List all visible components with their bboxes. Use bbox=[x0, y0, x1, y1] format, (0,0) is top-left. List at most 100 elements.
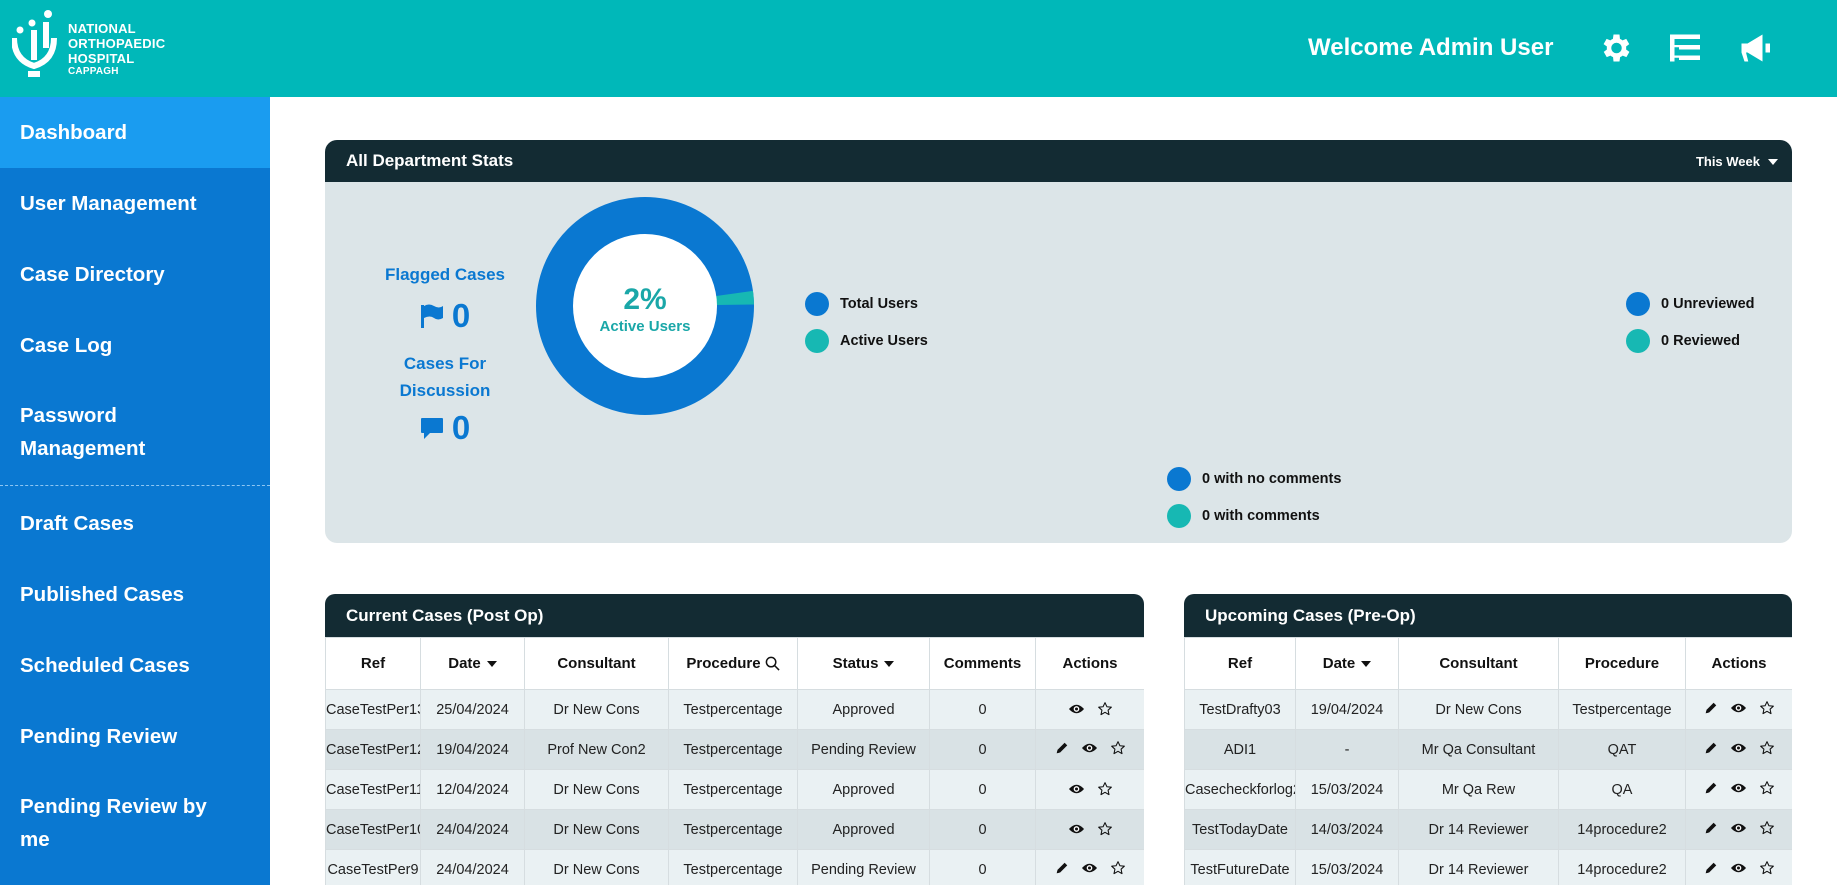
discussion-count-row[interactable]: 0 bbox=[365, 409, 525, 447]
star-icon[interactable] bbox=[1759, 820, 1775, 836]
cell-consultant: Dr New Cons bbox=[524, 809, 669, 850]
column-header-ref[interactable]: Ref bbox=[325, 637, 421, 690]
sidebar-divider bbox=[0, 485, 270, 486]
column-header-status[interactable]: Status bbox=[797, 637, 930, 690]
sidebar-item-scheduled-cases[interactable]: Scheduled Cases bbox=[0, 630, 270, 701]
eye-icon[interactable] bbox=[1730, 782, 1747, 794]
table-row[interactable]: CaseTestPer10 24/04/2024 Dr New Cons Testpe… bbox=[325, 809, 1144, 850]
sidebar-item-published-cases[interactable]: Published Cases bbox=[0, 559, 270, 630]
table-row[interactable]: Casecheckforlog2 15/03/2024 Mr Qa Rew QA bbox=[1184, 769, 1792, 810]
search-icon[interactable] bbox=[765, 656, 780, 671]
table-row[interactable]: CaseTestPer12 19/04/2024 Prof New Con2 Test… bbox=[325, 729, 1144, 770]
star-icon[interactable] bbox=[1759, 740, 1775, 756]
pencil-icon[interactable] bbox=[1055, 741, 1069, 755]
pencil-icon[interactable] bbox=[1704, 741, 1718, 755]
legend-no-comments: 0 with no comments bbox=[1167, 467, 1341, 491]
star-icon[interactable] bbox=[1097, 821, 1113, 837]
pencil-icon[interactable] bbox=[1704, 821, 1718, 835]
eye-icon[interactable] bbox=[1068, 783, 1085, 795]
table-row[interactable]: TestTodayDate 14/03/2024 Dr 14 Reviewer 14p… bbox=[1184, 809, 1792, 850]
sidebar-item-draft-cases[interactable]: Draft Cases bbox=[0, 488, 270, 559]
table-row[interactable]: ADI1- Mr Qa Consultant QAT bbox=[1184, 729, 1792, 770]
sidebar-item-pending-review-by-me[interactable]: Pending Review by me bbox=[0, 772, 270, 873]
cell-date: 24/04/2024 bbox=[420, 849, 525, 885]
table-row[interactable]: CaseTestPer9 24/04/2024 Dr New Cons Testper… bbox=[325, 849, 1144, 885]
pencil-icon[interactable] bbox=[1055, 861, 1069, 875]
eye-icon[interactable] bbox=[1081, 862, 1098, 874]
column-header-actions: Actions bbox=[1685, 637, 1792, 690]
column-header-procedure[interactable]: Procedure bbox=[1558, 637, 1686, 690]
cell-actions bbox=[1685, 689, 1792, 730]
cell-ref: CaseTestPer11 bbox=[325, 769, 421, 810]
cell-actions bbox=[1685, 769, 1792, 810]
cell-date: 19/04/2024 bbox=[1295, 689, 1399, 730]
table-row[interactable]: CaseTestPer11 12/04/2024 Dr New Cons Testpe… bbox=[325, 769, 1144, 810]
stats-panel-title: All Department Stats bbox=[346, 151, 514, 170]
column-header-consultant[interactable]: Consultant bbox=[524, 637, 669, 690]
sidebar-item-pending-review[interactable]: Pending Review bbox=[0, 701, 270, 772]
sidebar-item-password-management[interactable]: Password Management bbox=[0, 381, 270, 482]
column-header-date[interactable]: Date bbox=[1295, 637, 1399, 690]
column-header-procedure[interactable]: Procedure bbox=[668, 637, 798, 690]
cell-procedure: Testpercentage bbox=[1558, 689, 1686, 730]
donut-label: Active Users bbox=[599, 318, 691, 335]
cell-ref: Casecheckforlog2 bbox=[1184, 769, 1296, 810]
pencil-icon[interactable] bbox=[1704, 781, 1718, 795]
sidebar: Dashboard User Management Case Directory… bbox=[0, 97, 270, 885]
cell-consultant: Dr New Cons bbox=[524, 849, 669, 885]
range-dropdown[interactable]: This Week bbox=[1696, 154, 1778, 169]
legend-no-comments-label: 0 with no comments bbox=[1202, 471, 1342, 487]
cell-date: 19/04/2024 bbox=[420, 729, 525, 770]
eye-icon[interactable] bbox=[1730, 702, 1747, 714]
sort-down-icon bbox=[486, 660, 497, 667]
comment-icon bbox=[420, 418, 443, 439]
eye-icon[interactable] bbox=[1730, 742, 1747, 754]
sidebar-item-user-management[interactable]: User Management bbox=[0, 168, 270, 239]
column-header-comments[interactable]: Comments bbox=[929, 637, 1036, 690]
cell-comments: 0 bbox=[929, 849, 1036, 885]
sidebar-item-case-directory[interactable]: Case Directory bbox=[0, 239, 270, 310]
star-icon[interactable] bbox=[1097, 781, 1113, 797]
legend-unreviewed: 0 Unreviewed bbox=[1626, 292, 1755, 316]
gear-icon[interactable] bbox=[1597, 30, 1633, 66]
pencil-icon[interactable] bbox=[1704, 861, 1718, 875]
star-icon[interactable] bbox=[1759, 860, 1775, 876]
cell-actions bbox=[1035, 729, 1144, 770]
sidebar-item-case-log[interactable]: Case Log bbox=[0, 310, 270, 381]
pencil-icon[interactable] bbox=[1704, 701, 1718, 715]
star-icon[interactable] bbox=[1097, 701, 1113, 717]
eye-icon[interactable] bbox=[1730, 862, 1747, 874]
cell-actions bbox=[1035, 809, 1144, 850]
star-icon[interactable] bbox=[1110, 860, 1126, 876]
eye-icon[interactable] bbox=[1068, 703, 1085, 715]
eye-icon[interactable] bbox=[1068, 823, 1085, 835]
star-icon[interactable] bbox=[1759, 780, 1775, 796]
top-bar: NATIONAL ORTHOPAEDIC HOSPITAL CAPPAGH We… bbox=[0, 0, 1837, 97]
flagged-cases-count: 0 bbox=[451, 297, 471, 334]
legend-with-comments: 0 with comments bbox=[1167, 504, 1320, 528]
flag-icon bbox=[420, 304, 443, 328]
table-row[interactable]: TestFutureDate 15/03/2024 Dr 14 Reviewer 14… bbox=[1184, 849, 1792, 885]
sidebar-item-dashboard[interactable]: Dashboard bbox=[0, 97, 270, 168]
megaphone-icon[interactable] bbox=[1737, 30, 1773, 66]
column-header-ref[interactable]: Ref bbox=[1184, 637, 1296, 690]
legend-with-comments-label: 0 with comments bbox=[1202, 508, 1320, 524]
task-list-icon[interactable] bbox=[1667, 30, 1703, 66]
flagged-cases-count-row[interactable]: 0 bbox=[365, 297, 525, 335]
cell-procedure: 14procedure2 bbox=[1558, 809, 1686, 850]
star-icon[interactable] bbox=[1110, 740, 1126, 756]
hospital-logo[interactable]: NATIONAL ORTHOPAEDIC HOSPITAL CAPPAGH bbox=[12, 10, 165, 80]
eye-icon[interactable] bbox=[1730, 822, 1747, 834]
cell-date: 12/04/2024 bbox=[420, 769, 525, 810]
table-row[interactable]: TestDrafty03 19/04/2024 Dr New Cons Testper… bbox=[1184, 689, 1792, 730]
cell-consultant: Dr New Cons bbox=[524, 689, 669, 730]
table-row[interactable]: CaseTestPer13 25/04/2024 Dr New Cons Testpe… bbox=[325, 689, 1144, 730]
column-header-consultant[interactable]: Consultant bbox=[1398, 637, 1559, 690]
cell-consultant: Dr 14 Reviewer bbox=[1398, 809, 1559, 850]
cell-date: 14/03/2024 bbox=[1295, 809, 1399, 850]
legend-dot-blue bbox=[1626, 292, 1650, 316]
star-icon[interactable] bbox=[1759, 700, 1775, 716]
column-header-date[interactable]: Date bbox=[420, 637, 525, 690]
eye-icon[interactable] bbox=[1081, 742, 1098, 754]
current-cases-panel: Current Cases (Post Op) Ref Date Consult… bbox=[325, 594, 1144, 885]
